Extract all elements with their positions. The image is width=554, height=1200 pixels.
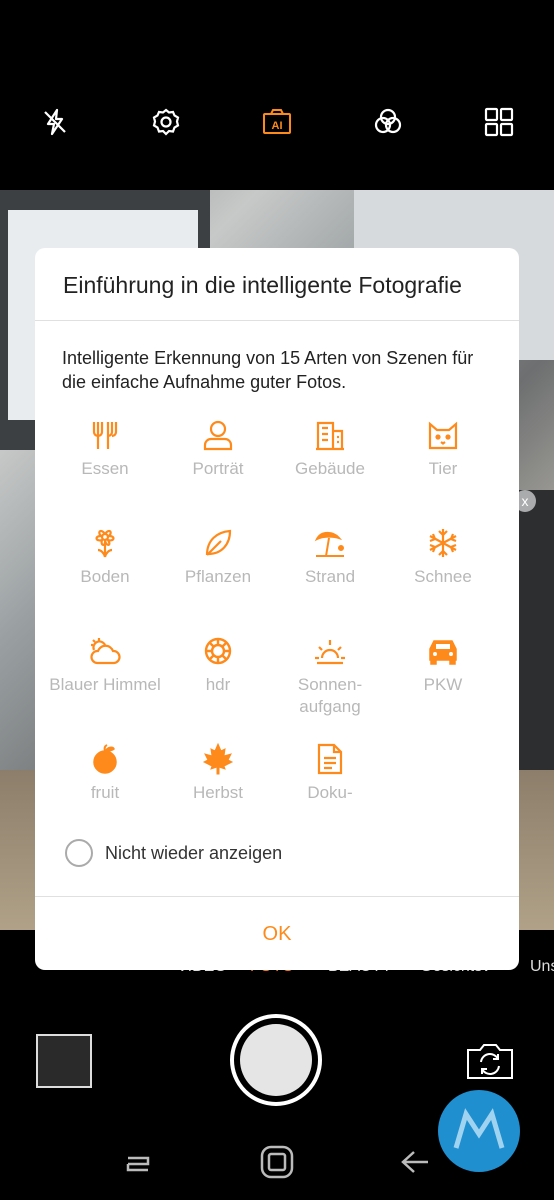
document-icon [317,743,343,775]
car-icon [429,640,457,665]
scene-fruit: fruit [49,742,161,804]
dialog-description: Intelligente Erkennung von 15 Arten von … [62,348,474,392]
dont-show-again[interactable]: Nicht wieder anzeigen [65,839,365,871]
scene-autumn: Herbst [162,742,274,804]
flower-icon [95,529,115,558]
fruit-icon [93,744,117,774]
scene-snow: Schnee [387,526,499,588]
scene-document: Doku- [274,742,386,804]
ring-icon [204,637,232,665]
scene-label: PKW [423,675,463,694]
food-icon [92,422,118,449]
mode-more[interactable]: Uns [530,958,554,976]
scene-sunrise: Sonnen-aufgang [274,634,386,718]
switch-camera-icon[interactable] [466,1042,514,1080]
scene-animal: Tier [387,418,499,480]
settings-icon[interactable] [146,102,186,142]
home-icon[interactable] [257,1140,297,1184]
scene-label: fruit [90,783,120,802]
sunrise-icon [315,640,345,665]
cat-icon [428,421,458,450]
portrait-icon [203,420,233,451]
dont-show-radio[interactable] [65,839,93,867]
scene-beach: Strand [274,526,386,588]
filter-icon[interactable] [368,102,408,142]
scene-label: Gebäude [295,459,365,478]
scene-label: Schnee [414,567,472,586]
svg-text:AI: AI [272,120,283,132]
scene-plants: Pflanzen [162,526,274,588]
scene-blue-sky: Blauer Himmel [49,634,161,696]
grid-icon[interactable] [479,102,519,142]
ok-button[interactable]: OK [35,898,519,970]
recent-apps-icon[interactable] [118,1140,158,1184]
scene-label: Porträt [192,459,244,478]
scene-label: Pflanzen [184,567,252,586]
back-icon[interactable] [396,1140,436,1184]
scene-label: Doku- [307,783,353,802]
gallery-thumbnail[interactable] [36,1034,92,1088]
flash-off-icon[interactable] [35,102,75,142]
intro-dialog: Einführung in die intelligente Fotografi… [35,248,519,970]
scene-label: Strand [304,567,356,586]
scene-food: Essen [49,418,161,480]
scene-label: Herbst [192,783,244,802]
scene-label: Sonnen-aufgang [297,675,363,716]
dialog-title: Einführung in die intelligente Fotografi… [63,272,462,298]
dont-show-label: Nicht wieder anzeigen [105,843,283,863]
divider [35,320,519,321]
beach-icon [314,531,344,557]
maple-leaf-icon [202,742,234,775]
scene-label: Blauer Himmel [49,675,161,694]
scene-hdr: hdr [162,634,274,696]
scene-car: PKW [387,634,499,696]
cloudy-icon [90,638,121,665]
scene-portrait: Porträt [162,418,274,480]
top-toolbar: AI [0,0,554,190]
divider [35,896,519,897]
leaf-icon [205,529,232,556]
scene-ground: Boden [49,526,161,588]
scene-label: Essen [81,459,129,478]
ai-scene-icon[interactable]: AI [257,102,297,142]
scene-label: Tier [428,459,458,478]
watermark-logo [438,1090,520,1172]
scene-label: hdr [205,675,231,694]
scene-label: Boden [80,567,130,586]
snowflake-icon [429,529,457,557]
scene-building: Gebäude [274,418,386,480]
shutter-button[interactable] [230,1014,322,1106]
building-icon [316,421,344,451]
